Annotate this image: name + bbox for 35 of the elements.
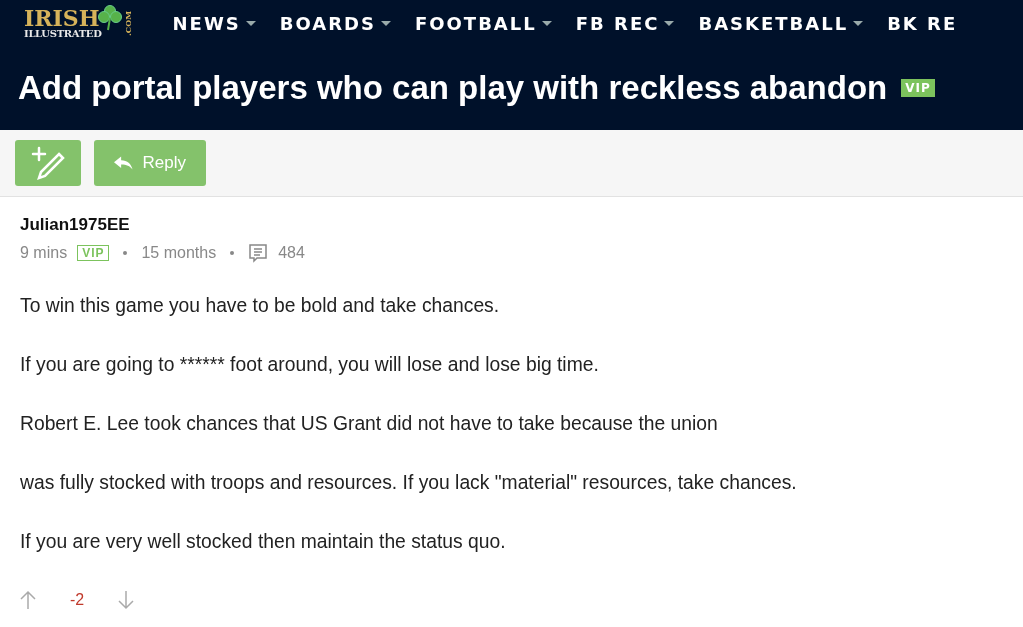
- new-thread-button[interactable]: [15, 140, 81, 186]
- logo-text[interactable]: IRISH: [24, 7, 102, 29]
- post-paragraph: If you are very well stocked then maintain the status quo.: [20, 531, 507, 552]
- upvote-button[interactable]: [20, 590, 36, 610]
- caret-icon: [853, 20, 864, 26]
- post-paragraph: was fully stocked with troops and resources. If you lack "material" resources, take chances.: [20, 472, 798, 493]
- caret-icon: [664, 20, 675, 26]
- thread-title: Add portal players who can play with reckless abandon: [18, 69, 888, 107]
- logo-text[interactable]: ILLUSTRATED: [24, 29, 102, 39]
- post-count: 484: [278, 244, 305, 262]
- vip-badge: VIP: [77, 245, 110, 261]
- vip-badge: VIP: [901, 79, 935, 97]
- vote-score: -2: [70, 591, 85, 609]
- caret-icon: [245, 20, 256, 26]
- nav-link[interactable]: FOOTBALL: [414, 12, 552, 34]
- separator-dot-icon: [123, 251, 128, 255]
- author-name[interactable]: Julian1975EE: [20, 215, 1003, 235]
- post-time: 9 mins: [20, 244, 68, 262]
- nav-link[interactable]: NEWS: [172, 12, 256, 34]
- post-paragraph: If you are going to ****** foot around, you will lose and lose big time.: [20, 354, 600, 375]
- nav-link[interactable]: BOARDS: [279, 12, 391, 34]
- caret-icon: [541, 20, 552, 26]
- pencil-plus-icon: [31, 146, 65, 180]
- post-paragraph: To win this game you have to be bold and take chances.: [20, 295, 501, 316]
- separator-dot-icon: [230, 251, 235, 255]
- nav-link[interactable]: BK RE: [887, 12, 958, 34]
- nav-link[interactable]: FB REC: [575, 12, 675, 34]
- comment-icon: [248, 243, 269, 263]
- nav-link[interactable]: BASKETBALL: [698, 12, 864, 34]
- clover-icon: [97, 5, 122, 31]
- caret-icon: [380, 20, 391, 26]
- member-tenure: 15 months: [141, 244, 217, 262]
- logo-text[interactable]: .COM: [122, 10, 133, 36]
- downvote-button[interactable]: [118, 590, 135, 610]
- post-paragraph: Robert E. Lee took chances that US Grant did not have to take because the union: [20, 413, 719, 434]
